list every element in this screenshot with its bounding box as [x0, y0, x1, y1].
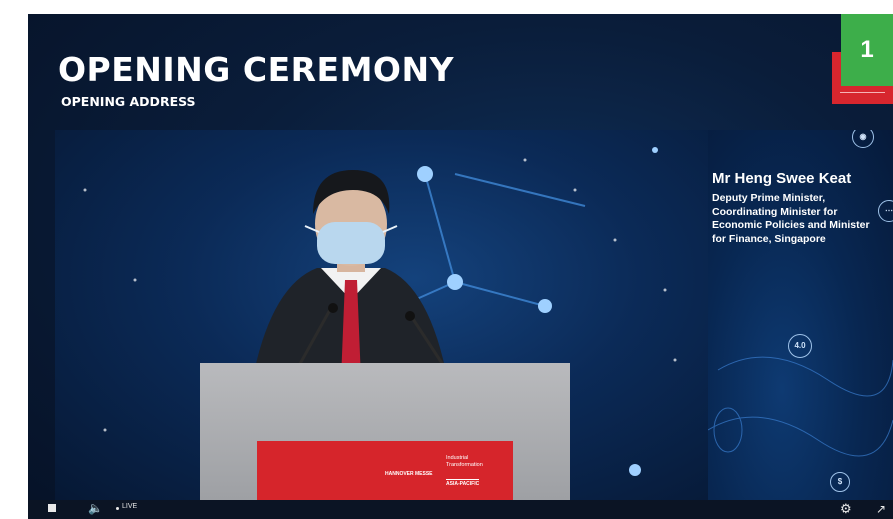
dollar-icon: $: [830, 472, 850, 492]
volume-icon[interactable]: 🔈: [88, 500, 103, 517]
live-indicator: [116, 507, 119, 510]
speaker-name: Mr Heng Swee Keat: [712, 170, 852, 187]
video-frame: OPENING CEREMONY OPENING ADDRESS 1 HANNO…: [28, 14, 893, 519]
podium-sign: HANNOVER MESSE Industrial Transformation…: [257, 441, 513, 500]
network-node: [629, 464, 641, 476]
network-node: [447, 274, 463, 290]
podium: HANNOVER MESSE Industrial Transformation…: [200, 363, 570, 500]
settings-gear-icon[interactable]: ⚙: [840, 499, 852, 518]
page-number-badge: 1: [841, 14, 893, 86]
fullscreen-icon[interactable]: ↗: [876, 500, 886, 518]
live-label: LIVE: [122, 503, 138, 510]
speaker-video[interactable]: HANNOVER MESSE Industrial Transformation…: [55, 130, 708, 500]
network-node: [652, 147, 658, 153]
podium-brand: HANNOVER MESSE: [385, 471, 433, 477]
network-node: [417, 166, 433, 182]
player-controls: 🔈 LIVE ⚙ ↗: [28, 500, 893, 519]
page-title: OPENING CEREMONY: [58, 50, 454, 89]
page-subtitle: OPENING ADDRESS: [61, 94, 196, 109]
speaker-info-panel: ◉ Mr Heng Swee Keat Deputy Prime Ministe…: [708, 130, 893, 500]
page: OPENING CEREMONY OPENING ADDRESS 1 HANNO…: [0, 0, 893, 519]
network-icon: ⋯: [878, 200, 893, 222]
speaker-title: Deputy Prime Minister, Coordinating Mini…: [712, 192, 870, 245]
podium-event: Industrial Transformation: [446, 455, 483, 468]
network-node: [538, 299, 552, 313]
podium-region: ASIA-PACIFIC: [446, 479, 480, 487]
stop-icon[interactable]: [48, 504, 56, 512]
industry-4-0-icon: 4.0: [788, 334, 812, 358]
